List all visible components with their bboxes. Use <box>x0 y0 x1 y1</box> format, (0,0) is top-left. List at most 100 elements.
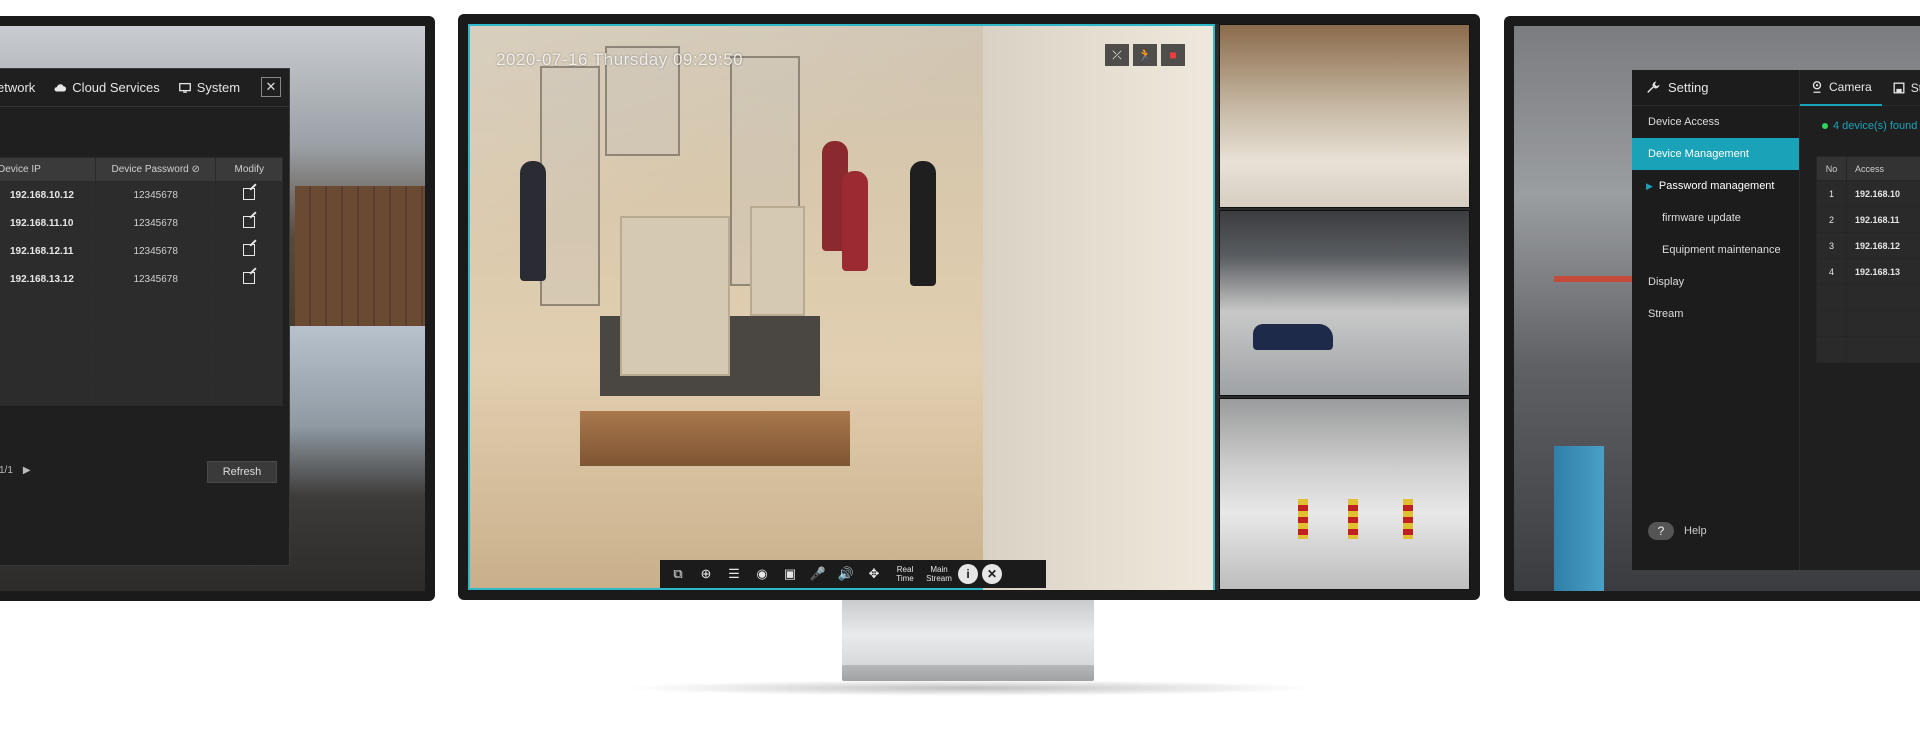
close-icon[interactable]: ✕ <box>261 77 281 97</box>
bench <box>580 411 850 466</box>
playback-toolbar: ⧉ ⊕ ☰ ◉ ▣ 🎤 🔊 ✥ Real Time Main Stream i … <box>660 560 1046 588</box>
table-row[interactable]: 1 192.168.10 <box>1816 180 1920 207</box>
table-row[interactable]: 3 192.168.12 <box>1816 232 1920 259</box>
row-password: 12345678 <box>94 265 217 294</box>
camera-feed-parking[interactable] <box>1219 398 1470 590</box>
motion-detect-icon[interactable]: 🏃 <box>1133 44 1157 66</box>
row-no: 4 <box>1816 258 1847 285</box>
table-row-empty <box>0 321 283 350</box>
parking-pillar <box>1348 499 1358 539</box>
monitor-icon <box>178 80 192 96</box>
sarcophagus <box>620 216 730 376</box>
table-row[interactable]: 4 192.168.13 <box>1816 258 1920 285</box>
row-modify-cell <box>215 181 283 210</box>
snapshot-icon[interactable]: ◉ <box>750 563 774 585</box>
museum-wall <box>983 26 1213 590</box>
devices-found-text: 4 device(s) found <box>1833 120 1918 132</box>
row-ip: 192.168.13.12 <box>0 265 96 294</box>
row-ip: 192.168.13 <box>1846 258 1920 285</box>
row-no: 1 <box>1816 180 1847 207</box>
row-ip: 192.168.10 <box>1846 180 1920 207</box>
playback-icon[interactable]: ⧉ <box>666 563 690 585</box>
refresh-button[interactable]: Refresh <box>207 461 277 483</box>
tab-network[interactable]: etwork <box>0 80 35 95</box>
ptz-icon[interactable]: ✥ <box>862 563 886 585</box>
zoom-icon[interactable]: ⊕ <box>694 563 718 585</box>
sidebar-item-device-access[interactable]: Device Access <box>1632 106 1799 138</box>
table-row-empty <box>1816 310 1920 337</box>
tab-storage[interactable]: St <box>1882 70 1920 106</box>
col-device-password-label: Device Password <box>111 164 189 175</box>
product-showcase: etwork Cloud Services System ✕ Device IP… <box>0 0 1920 745</box>
electrical-cabinet <box>1554 446 1604 591</box>
mute-icon[interactable]: ⤫ <box>1105 44 1129 66</box>
real-time-button[interactable]: Real Time <box>890 563 920 585</box>
sidebar-item-label: Password management <box>1658 180 1775 192</box>
tab-cloud-services[interactable]: Cloud Services <box>53 80 160 96</box>
table-row[interactable]: 2 192.168.11 <box>1816 206 1920 233</box>
camera-feed-warehouse[interactable] <box>1219 210 1470 396</box>
save-icon <box>1892 70 1906 106</box>
edit-icon[interactable] <box>243 272 256 284</box>
table-row-empty <box>0 293 283 322</box>
caret-right-icon: ▶ <box>1646 181 1653 191</box>
stand-shadow <box>620 680 1320 696</box>
microphone-icon[interactable]: 🎤 <box>806 563 830 585</box>
network-settings-panel: etwork Cloud Services System ✕ Device IP… <box>0 68 290 566</box>
cloud-icon <box>53 80 67 96</box>
devices-found-status: 4 device(s) found <box>1822 120 1917 132</box>
sidebar-item-stream[interactable]: Stream <box>1632 298 1799 330</box>
parking-pillar <box>1403 499 1413 539</box>
ai-detect-icon[interactable]: ▣ <box>778 563 802 585</box>
sidebar-item-password-management[interactable]: ▶ Password management <box>1632 170 1799 202</box>
info-icon[interactable]: i <box>958 564 978 584</box>
left-screen: etwork Cloud Services System ✕ Device IP… <box>0 26 425 591</box>
table-row: 192.168.11.10 12345678 <box>0 209 283 238</box>
car <box>1253 324 1333 350</box>
col-device-password[interactable]: Device Password ⊘ <box>94 157 217 182</box>
tab-storage-label: St <box>1910 80 1920 95</box>
next-page-icon[interactable]: ▶ <box>23 465 31 476</box>
tab-camera[interactable]: Camera <box>1800 70 1882 106</box>
statue-plinth <box>750 206 805 316</box>
record-icon[interactable]: ■ <box>1161 44 1185 66</box>
col-modify: Modify <box>215 157 283 182</box>
hide-password-icon[interactable]: ⊘ <box>192 164 200 175</box>
volume-icon[interactable]: 🔊 <box>834 563 858 585</box>
sidebar-item-firmware-update[interactable]: firmware update <box>1632 202 1799 234</box>
sidebar-item-equipment-maintenance[interactable]: Equipment maintenance <box>1632 234 1799 266</box>
settings-header: Setting <box>1632 70 1799 106</box>
table-row-empty <box>1816 336 1920 363</box>
visitor <box>910 161 936 286</box>
help-link[interactable]: ? Help <box>1648 522 1707 540</box>
center-monitor: 2020-07-16 Thursday 09:29:50 ⤫ 🏃 ■ ⧉ ⊕ ☰… <box>458 14 1480 600</box>
parking-pillar <box>1298 499 1308 539</box>
sidebar-item-display[interactable]: Display <box>1632 266 1799 298</box>
row-ip: 192.168.11.10 <box>0 209 96 238</box>
tab-system[interactable]: System <box>178 80 240 96</box>
monitor-stand-base <box>842 665 1094 681</box>
col-no: No <box>1816 156 1847 181</box>
close-icon[interactable]: ✕ <box>982 564 1002 584</box>
edit-icon[interactable] <box>243 244 256 256</box>
settings-main-tabs: Camera St <box>1800 70 1920 106</box>
row-ip: 192.168.12.11 <box>0 237 96 266</box>
camera-timestamp: 2020-07-16 Thursday 09:29:50 <box>496 50 744 69</box>
settings-sidebar: Setting Device Access Device Management … <box>1632 70 1800 570</box>
edit-icon[interactable] <box>243 216 256 228</box>
image-adjust-icon[interactable]: ☰ <box>722 563 746 585</box>
main-camera-view[interactable]: 2020-07-16 Thursday 09:29:50 ⤫ 🏃 ■ ⧉ ⊕ ☰… <box>468 24 1215 590</box>
tab-cloud-services-label: Cloud Services <box>72 80 160 95</box>
settings-main: Camera St 4 device(s) found <box>1800 70 1920 570</box>
display-case <box>540 66 600 306</box>
right-monitor: Setting Device Access Device Management … <box>1504 16 1920 601</box>
edit-icon[interactable] <box>243 188 256 200</box>
col-device-ip: Device IP <box>0 157 96 182</box>
table-row: 192.168.12.11 12345678 <box>0 237 283 266</box>
left-monitor: etwork Cloud Services System ✕ Device IP… <box>0 16 435 601</box>
sidebar-item-device-management[interactable]: Device Management <box>1632 138 1799 170</box>
settings-tabs: etwork Cloud Services System <box>0 69 289 107</box>
main-stream-button[interactable]: Main Stream <box>924 563 954 585</box>
settings-title: Setting <box>1668 80 1709 95</box>
camera-feed-hall[interactable] <box>1219 24 1470 208</box>
